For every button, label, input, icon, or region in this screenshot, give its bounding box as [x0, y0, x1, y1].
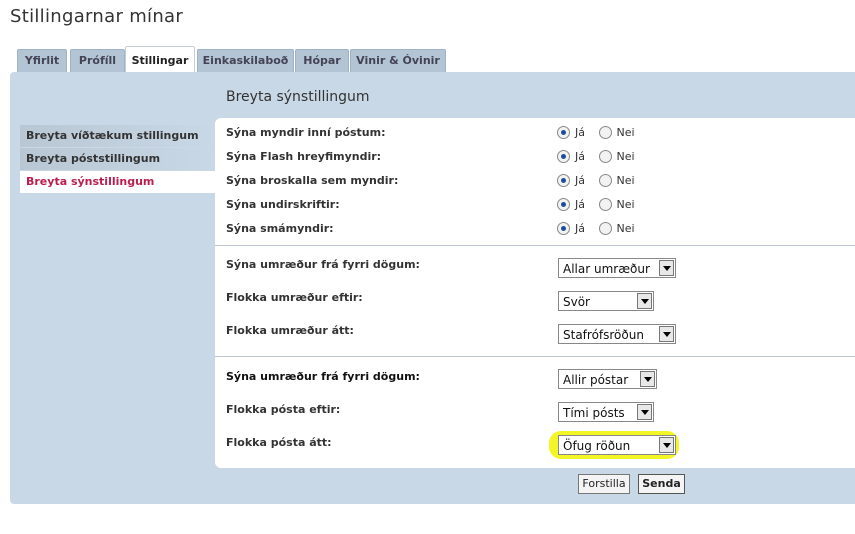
setting-label: Sýna umræður frá fyrri dögum:: [226, 258, 420, 271]
select-value: Svör: [563, 295, 590, 309]
topic-days-select[interactable]: Allar umræður: [558, 258, 676, 278]
radio-no-label: Nei: [616, 173, 635, 187]
select-value: Stafrófsröðun: [563, 328, 644, 342]
tab-friends-foes[interactable]: Vinir & Óvinir: [350, 49, 446, 72]
radio-no[interactable]: [598, 221, 612, 235]
setting-label: Flokka umræður eftir:: [226, 291, 363, 304]
divider: [215, 245, 855, 246]
radio-no-label: Nei: [616, 221, 635, 235]
sidenav-item-global-settings[interactable]: Breyta víðtækum stillingum: [20, 125, 216, 147]
radio-no[interactable]: [598, 173, 612, 187]
tab-settings[interactable]: Stillingar: [125, 46, 195, 72]
setting-label: Flokka pósta eftir:: [226, 403, 341, 416]
radio-group-thumbnails: Já Nei: [557, 221, 635, 235]
sidenav-item-display-settings[interactable]: Breyta sýnstillingum: [20, 171, 216, 193]
setting-label: Sýna smámyndir:: [226, 222, 334, 235]
post-sort-by-select[interactable]: Tími pósts: [558, 402, 654, 422]
post-sort-direction-select[interactable]: Öfug röðun: [558, 435, 676, 455]
settings-sidenav: Breyta víðtækum stillingum Breyta póstst…: [20, 125, 216, 194]
select-value: Allar umræður: [563, 262, 650, 276]
tab-profile[interactable]: Prófíll: [70, 49, 125, 72]
setting-label: Flokka pósta átt:: [226, 436, 332, 449]
chevron-down-icon: [659, 326, 674, 342]
tab-overview[interactable]: Yfirlit: [17, 49, 67, 72]
radio-yes[interactable]: [557, 149, 570, 163]
radio-yes[interactable]: [557, 221, 570, 235]
chevron-down-icon: [659, 260, 674, 276]
chevron-down-icon: [637, 404, 652, 420]
radio-group-flash: Já Nei: [557, 149, 635, 163]
radio-no-label: Nei: [616, 125, 635, 139]
chevron-down-icon: [640, 371, 655, 387]
setting-label: Sýna Flash hreyfimyndir:: [226, 150, 382, 163]
select-value: Öfug röðun: [563, 439, 631, 453]
sidenav-item-post-settings[interactable]: Breyta póststillingum: [20, 148, 216, 170]
radio-yes[interactable]: [557, 197, 570, 211]
page-title: Stillingarnar mínar: [10, 6, 184, 27]
radio-yes-label: Já: [575, 125, 585, 139]
radio-no-label: Nei: [616, 149, 635, 163]
radio-yes-label: Já: [575, 173, 585, 187]
setting-label: Sýna myndir inní póstum:: [226, 126, 386, 139]
tab-groups[interactable]: Hópar: [295, 49, 349, 72]
radio-yes[interactable]: [557, 173, 570, 187]
display-settings-form: Sýna myndir inní póstum: Já Nei Sýna Fla…: [215, 118, 855, 468]
setting-label: Sýna undirskriftir:: [226, 198, 340, 211]
submit-button[interactable]: Senda: [638, 474, 685, 494]
radio-no-label: Nei: [616, 197, 635, 211]
topic-sort-direction-select[interactable]: Stafrófsröðun: [558, 324, 676, 344]
setting-label: Flokka umræður átt:: [226, 324, 354, 337]
setting-label: Sýna umræður frá fyrri dögum:: [226, 370, 420, 383]
radio-yes-label: Já: [575, 197, 585, 211]
radio-no[interactable]: [598, 125, 612, 139]
chevron-down-icon: [637, 293, 652, 309]
post-days-select[interactable]: Allir póstar: [558, 369, 657, 389]
radio-group-smilies: Já Nei: [557, 173, 635, 187]
radio-no[interactable]: [598, 149, 612, 163]
radio-yes[interactable]: [557, 125, 570, 139]
reset-button[interactable]: Forstilla: [578, 474, 630, 494]
select-value: Tími pósts: [563, 406, 625, 420]
select-value: Allir póstar: [563, 373, 629, 387]
radio-group-signatures: Já Nei: [557, 197, 635, 211]
radio-yes-label: Já: [575, 149, 585, 163]
radio-no[interactable]: [598, 197, 612, 211]
setting-label: Sýna broskalla sem myndir:: [226, 174, 399, 187]
divider: [215, 356, 855, 357]
chevron-down-icon: [659, 437, 674, 453]
radio-group-images: Já Nei: [557, 125, 635, 139]
tab-messages[interactable]: Einkaskilaboð: [197, 49, 294, 72]
topic-sort-by-select[interactable]: Svör: [558, 291, 654, 311]
radio-yes-label: Já: [575, 221, 585, 235]
section-title: Breyta sýnstillingum: [226, 89, 370, 105]
